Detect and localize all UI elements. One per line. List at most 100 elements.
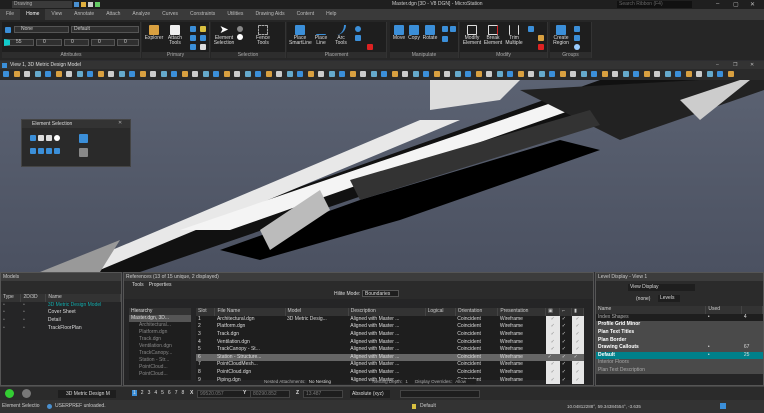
view-tool-icon[interactable] [433, 71, 440, 77]
nesting-depth-input[interactable]: 1 [403, 379, 414, 384]
weight-select[interactable]: 0 [36, 39, 62, 46]
save-icon[interactable] [74, 2, 79, 7]
modify-element-button[interactable]: Modify Element [462, 25, 482, 46]
display-toggle[interactable]: ✓ [545, 330, 560, 339]
view-tool-icon[interactable] [454, 71, 461, 77]
circle-mode-icon[interactable] [54, 135, 60, 141]
view-tool-icon[interactable] [465, 71, 471, 77]
view-tool-icon[interactable] [685, 71, 692, 77]
view-tool-icon[interactable] [223, 71, 230, 77]
properties-menu[interactable]: Properties [149, 282, 172, 288]
priority-select[interactable]: 0 [117, 39, 139, 46]
hierarchy-item[interactable]: TrackCanopy... [129, 350, 191, 357]
subtract-selection-icon[interactable] [46, 148, 52, 154]
open-icon[interactable] [81, 2, 86, 7]
reference-row[interactable]: 7 PointCloudMesh... Aligned with Master ..… [196, 361, 584, 369]
reference-row[interactable]: 6 Station - Structure... Aligned with Mast… [196, 353, 584, 362]
view-1-button[interactable]: 1 [132, 390, 137, 396]
column-header[interactable]: 2D/3D [20, 294, 47, 302]
view-tool-icon[interactable] [339, 71, 345, 77]
column-header[interactable]: File Name [214, 308, 286, 316]
hilite-mode-select[interactable]: Boundaries [362, 290, 400, 297]
view-tool-icon[interactable] [517, 71, 524, 77]
view-tool-icon[interactable] [349, 71, 356, 77]
undo-icon[interactable] [95, 2, 100, 7]
tab-content[interactable]: Content [291, 9, 321, 20]
lock-icon[interactable] [412, 404, 416, 409]
column-header[interactable]: Description [348, 308, 426, 316]
view-tool-icon[interactable] [549, 71, 555, 77]
display-overrides-select[interactable]: Allow [453, 379, 476, 384]
tools-menu[interactable]: Tools [132, 282, 144, 288]
view-tool-icon[interactable] [13, 71, 20, 77]
toggle-column-header[interactable]: ⌐ [559, 308, 573, 316]
view-tool-icon[interactable] [150, 71, 156, 77]
tab-view[interactable]: View [45, 9, 68, 20]
new-selection-icon[interactable] [30, 148, 36, 154]
column-header[interactable]: Model [285, 308, 349, 316]
notification-icon[interactable] [720, 403, 726, 409]
view-3-button[interactable]: 3 [148, 390, 151, 396]
column-header[interactable]: Name [45, 294, 121, 302]
display-toggle[interactable]: ✓ [545, 353, 560, 362]
view-tool-icon[interactable] [496, 71, 503, 77]
view-tool-icon[interactable] [24, 71, 30, 77]
view-tool-icon[interactable] [76, 71, 83, 77]
view-tool-icon[interactable] [402, 71, 408, 77]
view-tool-icon[interactable] [213, 71, 219, 77]
workspace-select[interactable]: Drawing [12, 1, 72, 8]
snap-toggle[interactable]: ✓ [560, 331, 572, 339]
individual-mode-icon[interactable] [30, 135, 36, 141]
dialog-close-button[interactable]: ✕ [118, 120, 122, 126]
locate-toggle[interactable]: ✓ [571, 315, 584, 324]
column-header[interactable]: Name [596, 306, 707, 314]
add-selection-icon[interactable] [38, 148, 44, 154]
reference-row[interactable]: 2 Platform.dgn Aligned with Master ... Coin… [196, 323, 584, 331]
view-tool-icon[interactable] [507, 71, 513, 77]
model-row[interactable]: ▫ ▫ Detail [1, 317, 121, 325]
move-button[interactable]: Move [392, 25, 406, 41]
view-tool-icon[interactable] [591, 71, 597, 77]
maximize-button[interactable]: ▢ [733, 1, 739, 8]
view-7-button[interactable]: 7 [175, 390, 178, 396]
view-4-button[interactable]: 4 [154, 390, 157, 396]
locate-toggle[interactable]: ✓ [571, 338, 584, 346]
snap-toggle[interactable]: ✓ [560, 323, 572, 331]
view-tool-icon[interactable] [486, 71, 492, 77]
linestyle-select[interactable]: 0 [64, 39, 89, 46]
coordinate-mode-select[interactable]: Absolute (xyz) [350, 390, 390, 398]
tab-utilities[interactable]: Utilities [221, 9, 249, 20]
locate-toggle[interactable]: ✓ [571, 323, 584, 331]
view-tool-icon[interactable] [276, 71, 282, 77]
view-tool-icon[interactable] [370, 71, 377, 77]
view-restore-button[interactable]: ❐ [733, 62, 737, 68]
view-tool-icon[interactable] [118, 71, 125, 77]
view-tool-icon[interactable] [87, 71, 93, 77]
snap-toggle[interactable]: ✓ [560, 346, 572, 354]
view-tool-icon[interactable] [643, 71, 650, 77]
view-tool-icon[interactable] [286, 71, 293, 77]
view-minimize-button[interactable]: – [716, 62, 719, 68]
explorer-button[interactable]: Explorer [144, 25, 164, 41]
view-tool-icon[interactable] [538, 71, 545, 77]
view-tool-icon[interactable] [664, 71, 671, 77]
snap-toggle[interactable]: ✓ [560, 361, 572, 369]
y-coordinate-input[interactable]: 80290.852 [250, 390, 290, 398]
view-tool-icon[interactable] [612, 71, 618, 77]
view-tool-icon[interactable] [171, 71, 177, 77]
view-tool-icon[interactable] [328, 71, 335, 77]
view-tool-icon[interactable] [475, 71, 482, 77]
display-toggle[interactable]: ✓ [545, 315, 560, 324]
view-tool-icon[interactable] [633, 71, 639, 77]
view-tool-icon[interactable] [139, 71, 146, 77]
view-8-button[interactable]: 8 [181, 390, 184, 396]
view-tool-icon[interactable] [528, 71, 534, 77]
tab-analyze[interactable]: Analyze [126, 9, 156, 20]
view-tool-icon[interactable] [202, 71, 209, 77]
display-toggle[interactable]: ✓ [545, 345, 560, 354]
active-level-status[interactable]: Default [420, 400, 436, 413]
view-tool-icon[interactable] [412, 71, 419, 77]
filter-select[interactable]: (none) [636, 296, 650, 302]
view-tool-icon[interactable] [675, 71, 681, 77]
display-toggle[interactable]: ✓ [545, 368, 560, 377]
